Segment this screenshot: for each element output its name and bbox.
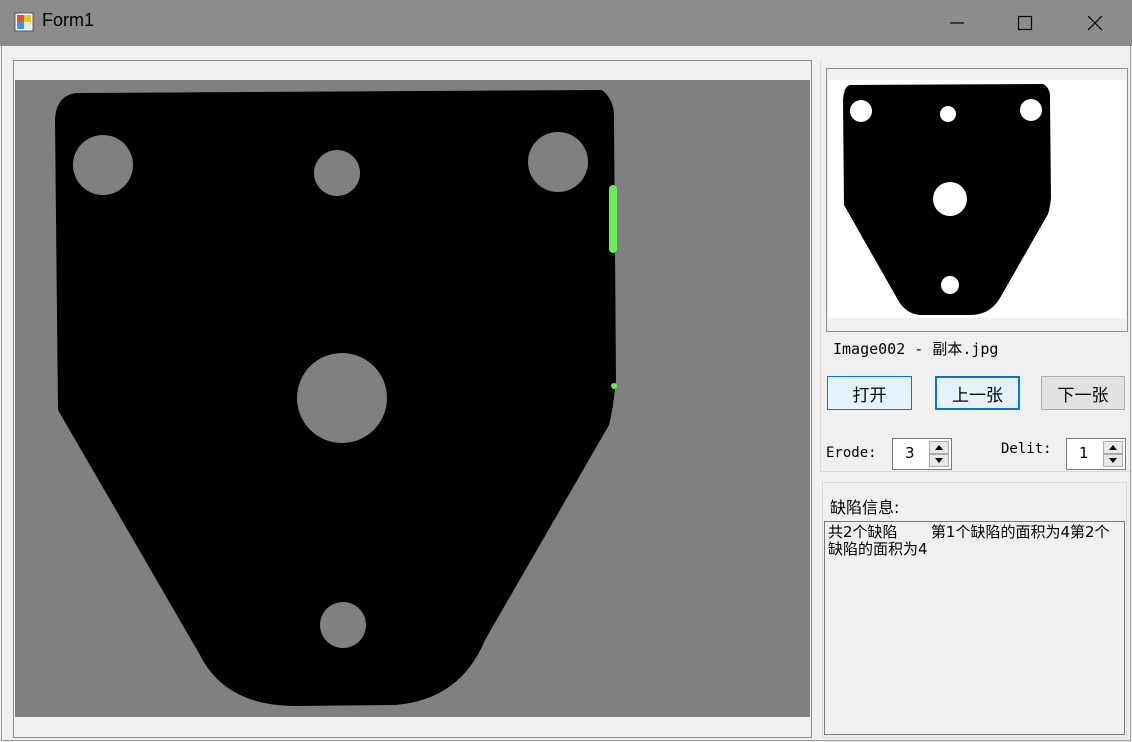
part-image (55, 90, 617, 706)
delit-stepper[interactable]: 1 (1066, 438, 1126, 470)
erode-down-button[interactable] (929, 454, 949, 467)
file-name-label: Image002 - 副本.jpg (833, 340, 999, 358)
spin-up-icon (1109, 445, 1117, 450)
defect-marker-1 (609, 185, 617, 253)
defect-marker-2 (611, 383, 617, 389)
delit-up-button[interactable] (1103, 441, 1123, 454)
close-button[interactable] (1060, 0, 1130, 46)
defect-info-textbox[interactable]: 共2个缺陷 第1个缺陷的面积为4第2个缺陷的面积为4 (824, 521, 1125, 735)
minimize-icon (950, 22, 964, 24)
erode-value[interactable]: 3 (905, 444, 915, 462)
spin-down-icon (1109, 458, 1117, 463)
previous-button[interactable]: 上一张 (935, 376, 1020, 410)
delit-value[interactable]: 1 (1079, 444, 1089, 462)
maximize-icon (1017, 15, 1033, 31)
delit-down-button[interactable] (1103, 454, 1123, 467)
defect-info-title: 缺陷信息: (830, 498, 900, 517)
thumbnail-image-view[interactable] (828, 80, 1126, 318)
erode-up-button[interactable] (929, 441, 949, 454)
window-title: Form1 (42, 10, 95, 30)
erode-label: Erode: (826, 445, 877, 461)
maximize-button[interactable] (990, 0, 1060, 46)
next-button[interactable]: 下一张 (1041, 376, 1125, 410)
spin-up-icon (935, 445, 943, 450)
title-bar[interactable]: Form1 (0, 0, 1132, 46)
main-image-view[interactable] (15, 80, 810, 717)
close-icon (1087, 15, 1103, 31)
app-icon[interactable] (14, 12, 34, 32)
delit-label: Delit: (1001, 441, 1052, 457)
erode-stepper[interactable]: 3 (892, 438, 952, 470)
minimize-button[interactable] (922, 0, 992, 46)
open-button[interactable]: 打开 (827, 376, 912, 410)
thumbnail-image (843, 84, 1051, 315)
spin-down-icon (935, 458, 943, 463)
